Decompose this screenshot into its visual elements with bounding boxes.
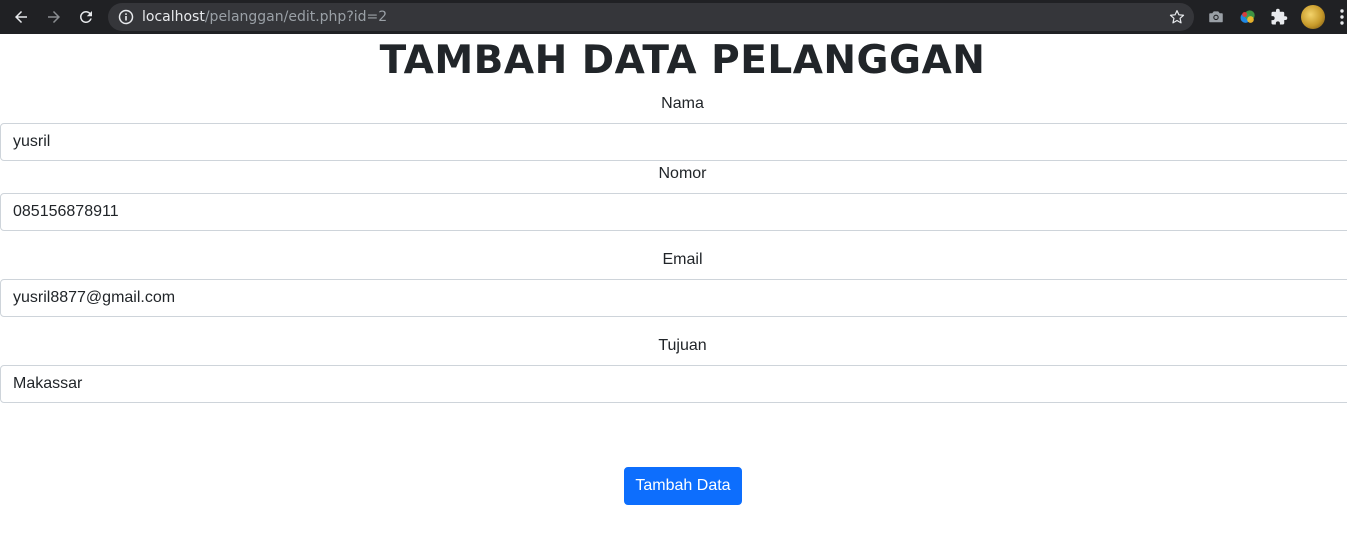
camera-icon <box>1209 11 1223 23</box>
tujuan-label: Tujuan <box>658 337 707 354</box>
nama-label: Nama <box>661 95 704 112</box>
reload-icon <box>79 10 92 23</box>
url-text: localhost/pelanggan/edit.php?id=2 <box>142 8 387 26</box>
forward-arrow-icon <box>48 11 60 23</box>
reload-button[interactable] <box>74 5 98 29</box>
email-input[interactable] <box>0 279 1347 317</box>
nomor-label: Nomor <box>658 165 707 182</box>
extension-colorful-icon <box>1240 10 1255 23</box>
browser-toolbar: localhost/pelanggan/edit.php?id=2 <box>0 0 1347 34</box>
profile-avatar[interactable] <box>1301 5 1325 29</box>
nama-input[interactable] <box>0 123 1347 161</box>
tujuan-input[interactable] <box>0 365 1347 403</box>
extensions-button[interactable] <box>1268 6 1290 28</box>
star-icon[interactable] <box>1168 8 1186 26</box>
page-title: TAMBAH DATA PELANGGAN <box>379 38 986 83</box>
forward-button[interactable] <box>42 5 66 29</box>
back-button[interactable] <box>9 5 33 29</box>
url-host: localhost <box>142 9 205 25</box>
tambah-data-button[interactable]: Tambah Data <box>624 467 742 505</box>
info-icon[interactable] <box>118 9 134 25</box>
nomor-input[interactable] <box>0 193 1347 231</box>
address-bar[interactable]: localhost/pelanggan/edit.php?id=2 <box>108 3 1194 31</box>
puzzle-icon <box>1271 8 1288 25</box>
back-arrow-icon <box>15 11 27 23</box>
more-menu-icon[interactable] <box>1339 8 1345 26</box>
colorful-extension-button[interactable] <box>1237 6 1259 28</box>
url-path: /pelanggan/edit.php?id=2 <box>204 9 388 25</box>
camera-extension-button[interactable] <box>1205 6 1227 28</box>
email-label: Email <box>662 251 703 268</box>
